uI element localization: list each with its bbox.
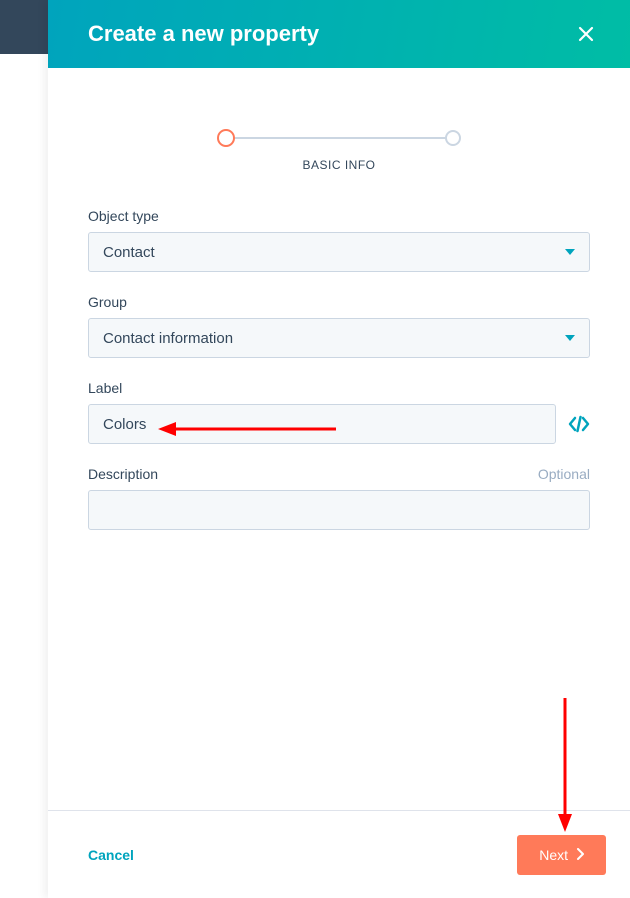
modal-title: Create a new property — [88, 21, 319, 47]
optional-tag: Optional — [538, 466, 590, 482]
group-label: Group — [88, 294, 127, 310]
object-type-select[interactable]: Contact — [88, 232, 590, 272]
description-label: Description — [88, 466, 158, 482]
modal-body: BASIC INFO Object type Contact Group Con… — [48, 68, 630, 810]
object-type-group: Object type Contact — [88, 208, 590, 272]
create-property-modal: Create a new property BASIC INFO Object … — [48, 0, 630, 898]
object-type-label: Object type — [88, 208, 159, 224]
cancel-button[interactable]: Cancel — [88, 847, 134, 863]
group-value: Contact information — [103, 330, 233, 347]
close-icon — [576, 24, 596, 44]
internal-name-button[interactable] — [568, 415, 590, 433]
stepper: BASIC INFO — [88, 128, 590, 172]
stepper-track — [217, 128, 461, 148]
group-select[interactable]: Contact information — [88, 318, 590, 358]
stepper-line — [227, 137, 451, 139]
next-button-label: Next — [539, 847, 568, 863]
modal-footer: Cancel Next — [48, 810, 630, 898]
chevron-down-icon — [565, 249, 575, 255]
next-button[interactable]: Next — [517, 835, 606, 875]
label-group: Label — [88, 380, 590, 444]
backdrop-content — [0, 54, 48, 898]
close-button[interactable] — [570, 18, 602, 50]
label-field-label: Label — [88, 380, 122, 396]
stepper-step-2[interactable] — [445, 130, 461, 146]
backdrop-topnav — [0, 0, 48, 54]
description-input[interactable] — [88, 490, 590, 530]
stepper-step-1[interactable] — [217, 129, 235, 147]
chevron-right-icon — [576, 847, 584, 863]
chevron-down-icon — [565, 335, 575, 341]
label-input[interactable] — [88, 404, 556, 444]
modal-header: Create a new property — [48, 0, 630, 68]
description-group: Description Optional — [88, 466, 590, 530]
code-icon — [568, 415, 590, 433]
stepper-label: BASIC INFO — [302, 158, 375, 172]
object-type-value: Contact — [103, 244, 155, 261]
group-group: Group Contact information — [88, 294, 590, 358]
